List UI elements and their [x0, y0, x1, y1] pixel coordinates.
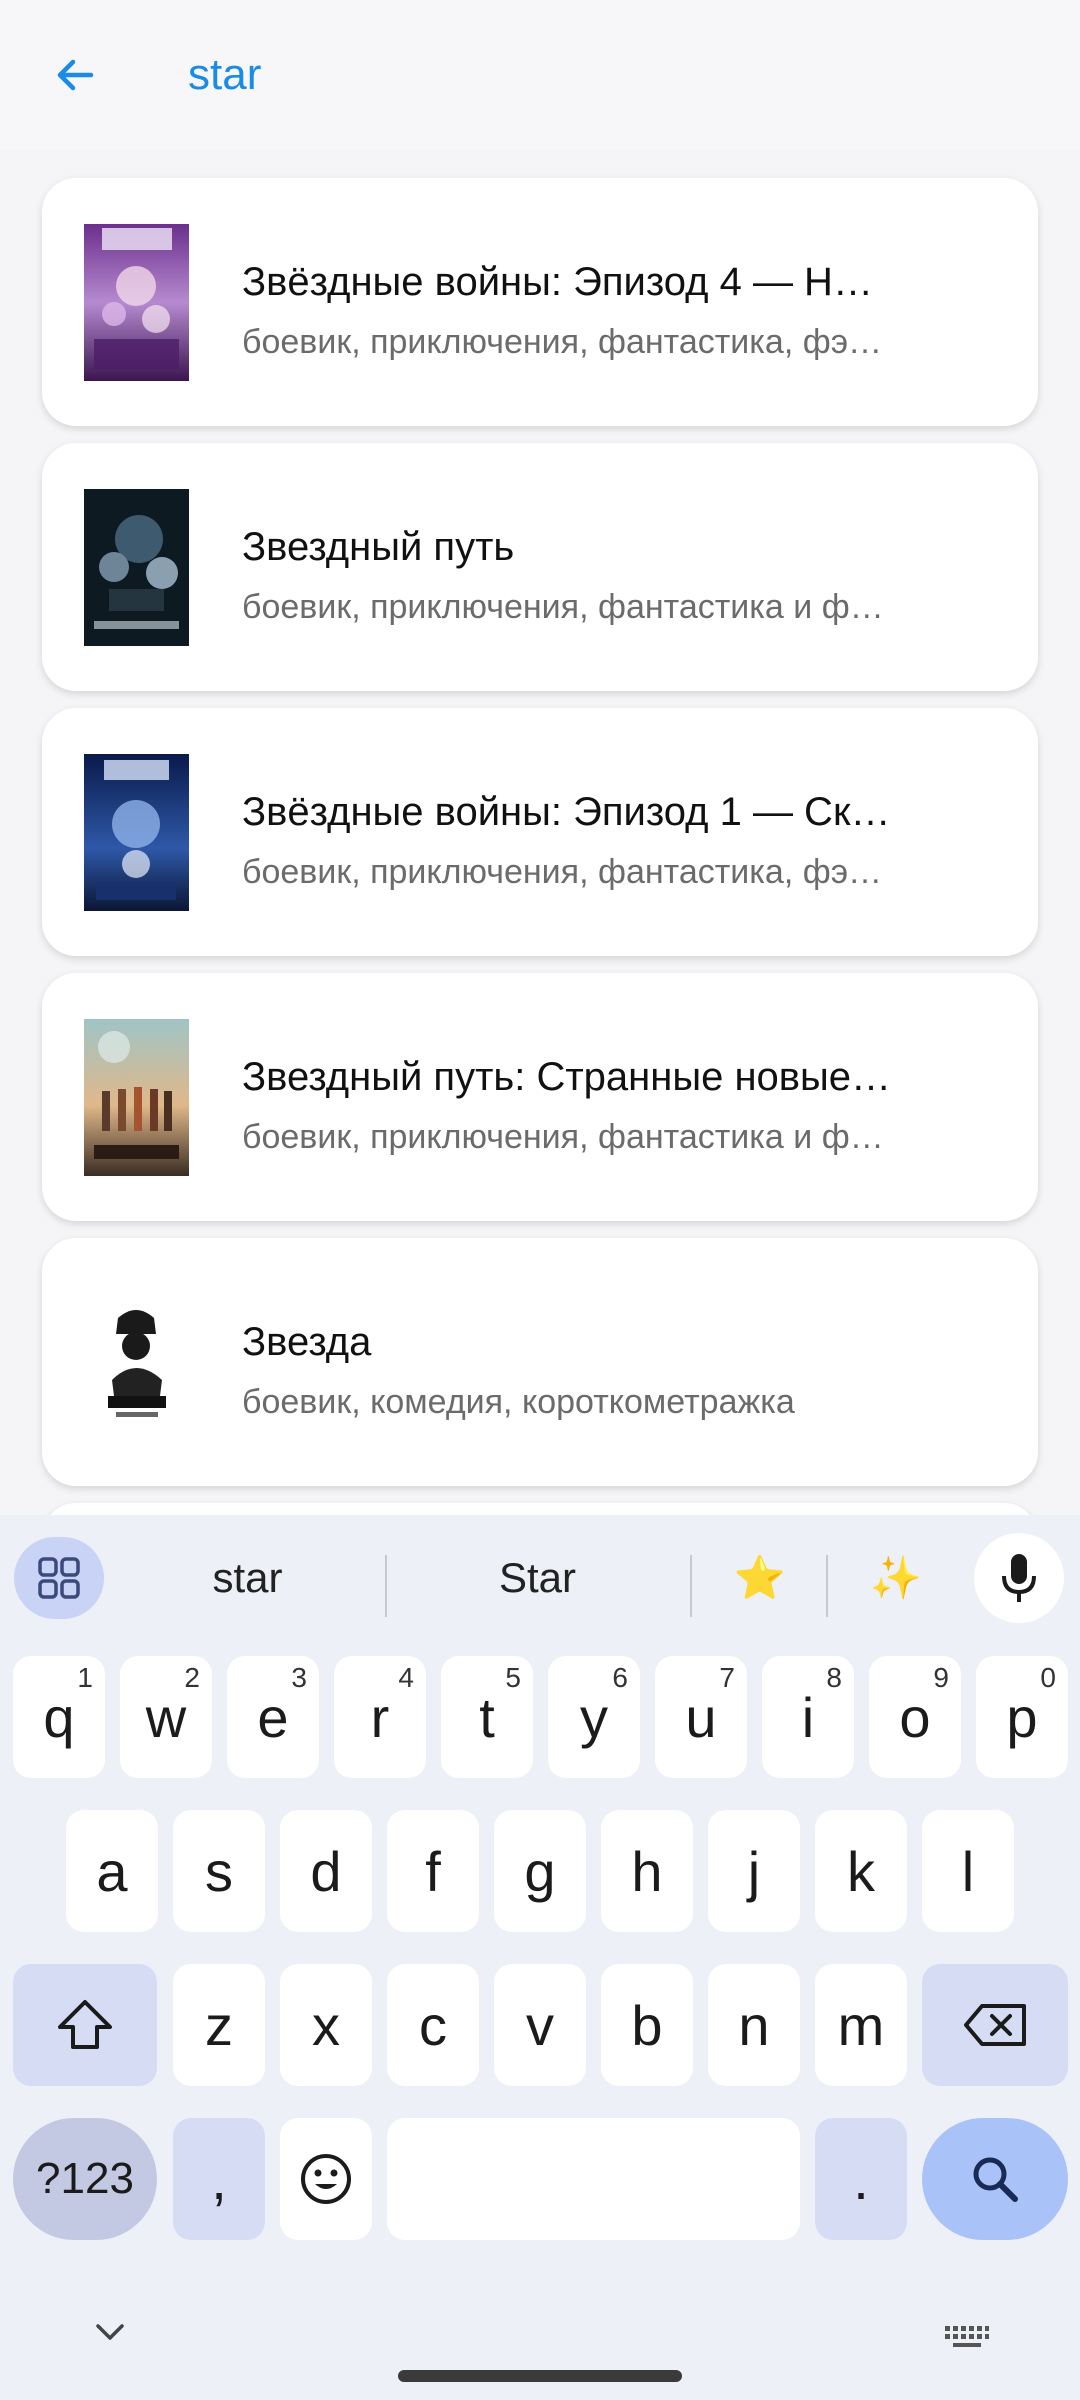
result-title: Звезда	[242, 1320, 372, 1364]
poster-image	[84, 754, 189, 911]
divider	[385, 1555, 387, 1617]
key-s[interactable]: s	[173, 1810, 265, 1932]
key-q[interactable]: q1	[13, 1656, 105, 1778]
result-genres: боевик, приключения, фантастика, фэнтези	[242, 853, 892, 891]
poster-image	[84, 224, 189, 381]
suggestion-emoji-star[interactable]: ⭐	[700, 1537, 820, 1619]
arrow-back-icon	[57, 59, 94, 91]
result-card[interactable]: Звездный путь боевик, приключения, фанта…	[42, 443, 1038, 691]
result-card[interactable]	[42, 1503, 1038, 1515]
result-title: Звездный путь: Странные новые миры	[242, 1055, 892, 1099]
home-indicator[interactable]	[398, 2370, 682, 2382]
shift-key[interactable]	[13, 1964, 157, 2086]
key-y[interactable]: y6	[548, 1656, 640, 1778]
result-card[interactable]: Звезда боевик, комедия, короткометражка	[42, 1238, 1038, 1486]
key-g[interactable]: g	[494, 1810, 586, 1932]
result-genres: боевик, приключения, фантастика и фэнтез…	[242, 588, 892, 626]
microphone-icon	[1002, 1554, 1036, 1602]
suggestion-emoji-sparkles[interactable]: ✨	[836, 1537, 956, 1619]
results-list: Звёздные войны: Эпизод 4 — Новая надежда…	[0, 150, 1080, 1515]
result-card[interactable]: Звездный путь: Странные новые миры боеви…	[42, 973, 1038, 1221]
space-key[interactable]	[387, 2118, 800, 2240]
key-o[interactable]: o9	[869, 1656, 961, 1778]
poster-image	[84, 1284, 189, 1441]
search-input[interactable]: star	[188, 45, 261, 105]
search-bar: star	[0, 0, 1080, 150]
suggestion-strip: star Star ⭐ ✨	[0, 1515, 1080, 1633]
voice-input-button[interactable]	[974, 1533, 1064, 1623]
suggestion-item[interactable]: star	[120, 1537, 375, 1619]
keyboard: star Star ⭐ ✨ q1 w2 e3 r4 t5 y6 u7 i8 o9…	[0, 1515, 1080, 2400]
back-button[interactable]	[40, 40, 110, 110]
poster-image	[84, 1019, 189, 1176]
key-t[interactable]: t5	[441, 1656, 533, 1778]
divider	[826, 1555, 828, 1617]
emoji-icon	[301, 2154, 351, 2204]
result-genres: боевик, комедия, короткометражка	[242, 1383, 795, 1421]
result-genres: боевик, приключения, фантастика и фэнтез…	[242, 1118, 892, 1156]
key-k[interactable]: k	[815, 1810, 907, 1932]
result-genres: боевик, приключения, фантастика, фэнтези	[242, 323, 892, 361]
suggestion-item[interactable]: Star	[395, 1537, 680, 1619]
key-u[interactable]: u7	[655, 1656, 747, 1778]
key-z[interactable]: z	[173, 1964, 265, 2086]
key-w[interactable]: w2	[120, 1656, 212, 1778]
key-m[interactable]: m	[815, 1964, 907, 2086]
grid-icon	[38, 1557, 80, 1599]
chevron-down-icon[interactable]	[92, 2320, 128, 2344]
search-key[interactable]	[922, 2118, 1068, 2240]
keyboard-switch-icon[interactable]	[944, 2325, 990, 2349]
poster-image	[84, 489, 189, 646]
result-title: Звёздные войны: Эпизод 1 — Скрытая угроз…	[242, 790, 892, 834]
shift-icon	[58, 2000, 112, 2049]
comma-key[interactable]: ,	[173, 2118, 265, 2240]
key-i[interactable]: i8	[762, 1656, 854, 1778]
key-c[interactable]: c	[387, 1964, 479, 2086]
key-v[interactable]: v	[494, 1964, 586, 2086]
emoji-key[interactable]	[280, 2118, 372, 2240]
keyboard-apps-button[interactable]	[14, 1537, 104, 1619]
backspace-key[interactable]	[922, 1964, 1068, 2086]
key-b[interactable]: b	[601, 1964, 693, 2086]
result-title: Звёздные войны: Эпизод 4 — Новая надежда	[242, 260, 892, 304]
symbols-key[interactable]: ?123	[13, 2118, 157, 2240]
key-e[interactable]: e3	[227, 1656, 319, 1778]
key-n[interactable]: n	[708, 1964, 800, 2086]
key-l[interactable]: l	[922, 1810, 1014, 1932]
key-h[interactable]: h	[601, 1810, 693, 1932]
divider	[690, 1555, 692, 1617]
search-icon	[973, 2157, 1018, 2202]
period-key[interactable]: .	[815, 2118, 907, 2240]
result-card[interactable]: Звёздные войны: Эпизод 4 — Новая надежда…	[42, 178, 1038, 426]
key-p[interactable]: p0	[976, 1656, 1068, 1778]
backspace-icon	[964, 2004, 1026, 2046]
key-x[interactable]: x	[280, 1964, 372, 2086]
result-card[interactable]: Звёздные войны: Эпизод 1 — Скрытая угроз…	[42, 708, 1038, 956]
key-d[interactable]: d	[280, 1810, 372, 1932]
key-r[interactable]: r4	[334, 1656, 426, 1778]
key-f[interactable]: f	[387, 1810, 479, 1932]
result-title: Звездный путь	[242, 525, 515, 569]
key-j[interactable]: j	[708, 1810, 800, 1932]
key-a[interactable]: a	[66, 1810, 158, 1932]
